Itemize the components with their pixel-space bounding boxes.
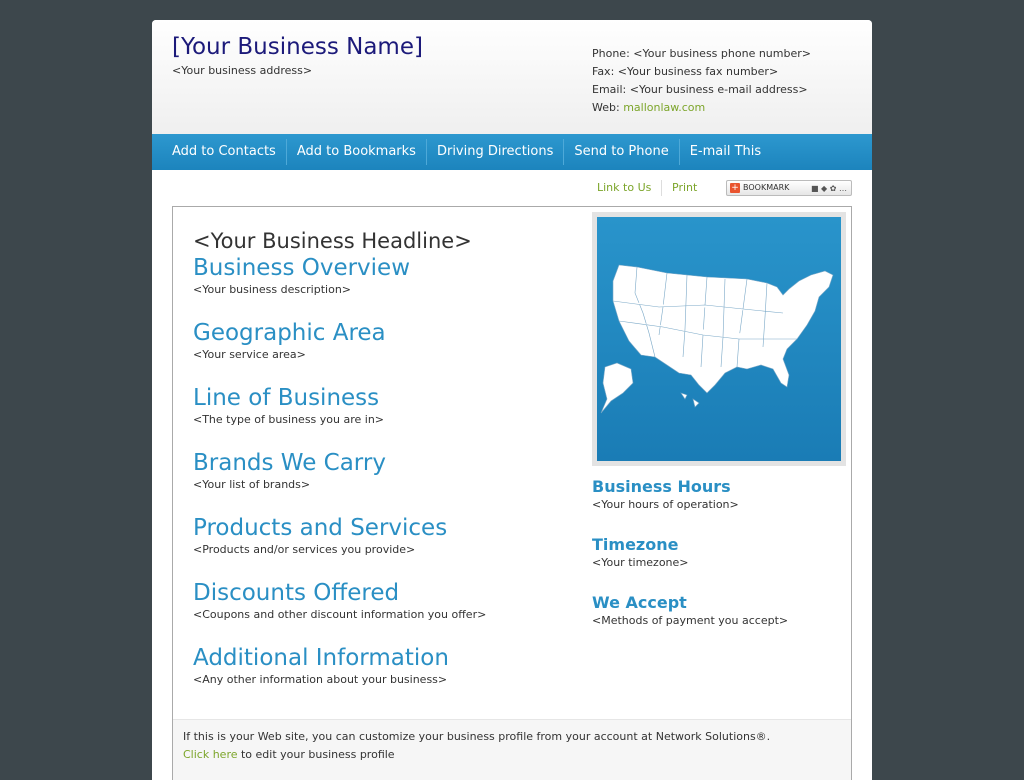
section-desc: <Products and/or services you provide> [193, 543, 416, 556]
us-map-icon [600, 264, 834, 414]
nav-send-to-phone[interactable]: Send to Phone [563, 139, 678, 165]
toolbar: Link to Us Print + BOOKMARK ■ ◆ ✿ … [152, 180, 872, 200]
side-section-timezone: Timezone <Your timezone> [592, 535, 689, 571]
nav-driving-directions[interactable]: Driving Directions [425, 139, 563, 165]
map-frame [592, 212, 846, 466]
side-desc: <Your timezone> [592, 556, 689, 569]
nav-email-this[interactable]: E-mail This [678, 139, 771, 165]
section-desc: <Your service area> [193, 348, 306, 361]
section-desc: <The type of business you are in> [193, 413, 385, 426]
business-headline: <Your Business Headline> [193, 229, 472, 253]
footer-note: If this is your Web site, you can custom… [173, 719, 851, 780]
nav-add-to-bookmarks[interactable]: Add to Bookmarks [285, 139, 426, 165]
nav-add-to-contacts[interactable]: Add to Contacts [162, 139, 286, 165]
bookmark-label: BOOKMARK [743, 183, 790, 192]
side-title: Business Hours [592, 477, 731, 496]
web-link[interactable]: mallonlaw.com [623, 101, 705, 114]
print-link[interactable]: Print [672, 180, 697, 196]
section-line-of-business: Line of Business <The type of business y… [193, 384, 384, 428]
section-business-overview: Business Overview <Your business descrip… [193, 254, 410, 298]
us-map-image [597, 217, 841, 461]
footer-note-text: If this is your Web site, you can custom… [183, 730, 771, 743]
content-box: <Your Business Headline> Business Overvi… [172, 206, 852, 780]
section-desc: <Coupons and other discount information … [193, 608, 487, 621]
side-section-business-hours: Business Hours <Your hours of operation> [592, 477, 739, 513]
nav-bar: Add to Contacts Add to Bookmarks Driving… [152, 134, 872, 170]
contact-info: Phone: <Your business phone number> Fax:… [592, 45, 811, 117]
section-desc: <Any other information about your busine… [193, 673, 448, 686]
section-geographic-area: Geographic Area <Your service area> [193, 319, 386, 363]
web-label: Web: [592, 101, 624, 114]
footer-edit-line: Click here to edit your business profile [183, 746, 841, 764]
toolbar-divider [661, 180, 662, 196]
section-products-services: Products and Services <Products and/or s… [193, 514, 447, 558]
click-here-link[interactable]: Click here [183, 748, 238, 761]
section-title: Business Overview [193, 255, 411, 281]
side-title: Timezone [592, 535, 679, 554]
section-title: Geographic Area [193, 320, 386, 346]
email-line: Email: <Your business e-mail address> [592, 83, 808, 96]
link-to-us-link[interactable]: Link to Us [597, 180, 651, 196]
side-title: We Accept [592, 593, 687, 612]
side-section-we-accept: We Accept <Methods of payment you accept… [592, 593, 788, 629]
header: [Your Business Name] <Your business addr… [152, 20, 872, 134]
side-desc: <Methods of payment you accept> [592, 614, 789, 627]
fax-line: Fax: <Your business fax number> [592, 65, 779, 78]
footer-edit-text: to edit your business profile [237, 748, 395, 761]
page-container: [Your Business Name] <Your business addr… [152, 20, 872, 780]
section-additional-info: Additional Information <Any other inform… [193, 644, 449, 688]
section-title: Additional Information [193, 645, 449, 671]
business-name: [Your Business Name] [172, 34, 423, 60]
section-desc: <Your business description> [193, 283, 352, 296]
section-desc: <Your list of brands> [193, 478, 311, 491]
section-title: Line of Business [193, 385, 380, 411]
phone-line: Phone: <Your business phone number> [592, 47, 811, 60]
section-title: Brands We Carry [193, 450, 386, 476]
section-discounts: Discounts Offered <Coupons and other dis… [193, 579, 486, 623]
plus-icon: + [730, 183, 740, 193]
bookmark-button[interactable]: + BOOKMARK ■ ◆ ✿ … [726, 180, 852, 196]
section-brands: Brands We Carry <Your list of brands> [193, 449, 386, 493]
share-sites-icon: ■ ◆ ✿ … [810, 184, 847, 193]
section-title: Products and Services [193, 515, 448, 541]
business-address: <Your business address> [172, 64, 313, 77]
side-desc: <Your hours of operation> [592, 498, 739, 511]
section-title: Discounts Offered [193, 580, 400, 606]
web-line: Web: mallonlaw.com [592, 99, 811, 117]
